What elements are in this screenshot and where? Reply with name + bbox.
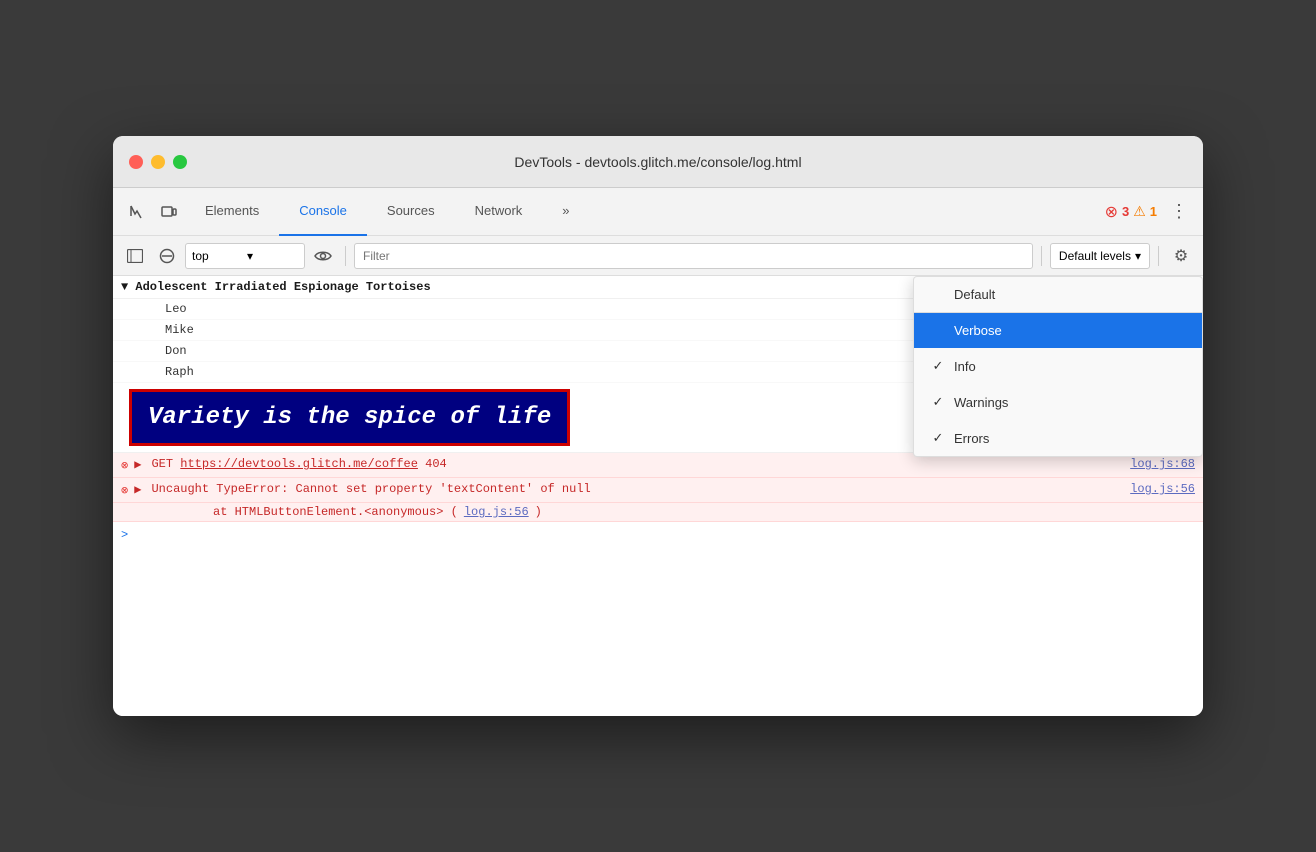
main-toolbar: Elements Console Sources Network » ⊗ 3 ⚠… bbox=[113, 188, 1203, 236]
devtools-window: DevTools - devtools.glitch.me/console/lo… bbox=[113, 136, 1203, 716]
error-expand-2[interactable]: ▶ bbox=[134, 482, 141, 497]
device-icon[interactable] bbox=[153, 196, 185, 228]
traffic-lights bbox=[129, 155, 187, 169]
dropdown-item-default[interactable]: Default bbox=[914, 277, 1202, 312]
maximize-button[interactable] bbox=[173, 155, 187, 169]
dropdown-item-verbose[interactable]: Verbose bbox=[914, 313, 1202, 348]
context-selector[interactable]: top ▾ bbox=[185, 243, 305, 269]
console-content: ▼ Adolescent Irradiated Espionage Tortoi… bbox=[113, 276, 1203, 716]
error-row-2: ⊗ ▶ Uncaught TypeError: Cannot set prope… bbox=[113, 478, 1203, 503]
levels-dropdown-button[interactable]: Default levels ▾ bbox=[1050, 243, 1150, 269]
dropdown-item-errors[interactable]: ✓ Errors bbox=[914, 420, 1202, 456]
console-prompt[interactable]: > bbox=[113, 522, 1203, 548]
error-link-2[interactable]: log.js:56 bbox=[1130, 482, 1195, 496]
error-icon-2: ⊗ bbox=[121, 483, 128, 498]
secondary-toolbar: top ▾ Default levels ▾ ⚙ bbox=[113, 236, 1203, 276]
toolbar-divider3 bbox=[1158, 246, 1159, 266]
tab-console[interactable]: Console bbox=[279, 188, 367, 236]
error-link-1[interactable]: log.js:68 bbox=[1130, 457, 1195, 471]
inspect-icon[interactable] bbox=[121, 196, 153, 228]
tab-elements[interactable]: Elements bbox=[185, 188, 279, 236]
tab-network[interactable]: Network bbox=[455, 188, 543, 236]
tab-sources[interactable]: Sources bbox=[367, 188, 455, 236]
dropdown-item-info[interactable]: ✓ Info bbox=[914, 348, 1202, 384]
error-subtext-2: at HTMLButtonElement.<anonymous> (log.js… bbox=[113, 503, 1203, 522]
tab-more[interactable]: » bbox=[542, 188, 589, 236]
close-button[interactable] bbox=[129, 155, 143, 169]
toolbar-divider2 bbox=[1041, 246, 1042, 266]
error-expand-1[interactable]: ▶ bbox=[134, 457, 141, 472]
error-sublink-2[interactable]: log.js:56 bbox=[464, 505, 529, 519]
dropdown-item-warnings[interactable]: ✓ Warnings bbox=[914, 384, 1202, 420]
error-icon-1: ⊗ bbox=[121, 458, 128, 473]
filter-input[interactable] bbox=[354, 243, 1033, 269]
devtools-menu-button[interactable]: ⋮ bbox=[1163, 196, 1195, 228]
titlebar: DevTools - devtools.glitch.me/console/lo… bbox=[113, 136, 1203, 188]
minimize-button[interactable] bbox=[151, 155, 165, 169]
error-badge: ⊗ 3 ⚠ 1 bbox=[1099, 202, 1163, 222]
levels-dropdown: Default Verbose ✓ Info ✓ Warnings ✓ Erro… bbox=[913, 276, 1203, 457]
variety-banner: Variety is the spice of life bbox=[129, 389, 570, 446]
toolbar-divider bbox=[345, 246, 346, 266]
settings-icon[interactable]: ⚙ bbox=[1167, 242, 1195, 270]
window-title: DevTools - devtools.glitch.me/console/lo… bbox=[514, 154, 801, 170]
sidebar-toggle-icon[interactable] bbox=[121, 242, 149, 270]
clear-console-icon[interactable] bbox=[153, 242, 181, 270]
eye-icon[interactable] bbox=[309, 242, 337, 270]
